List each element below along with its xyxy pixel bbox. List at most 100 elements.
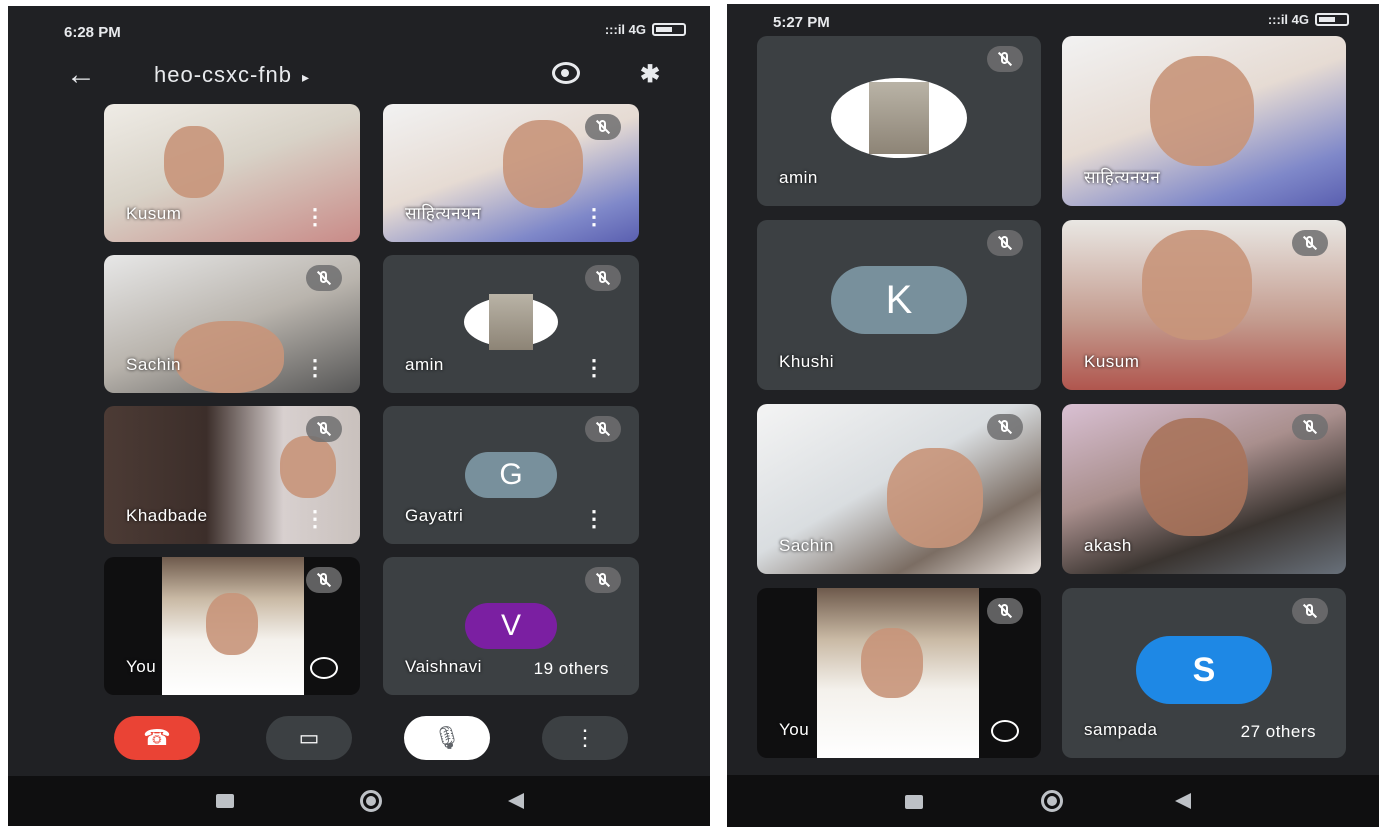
participant-name: Kusum bbox=[1084, 352, 1140, 371]
participant-tile[interactable]: Kusum ⋮ bbox=[104, 104, 360, 242]
network-indicator: :::il 4G bbox=[1267, 12, 1309, 27]
muted-mic-icon bbox=[585, 114, 621, 140]
participant-tile[interactable]: amin bbox=[757, 36, 1041, 206]
more-options-button[interactable]: ⋮ bbox=[542, 716, 628, 760]
status-bar: 6:28 PM :::il 4G bbox=[8, 6, 710, 54]
participant-video bbox=[887, 448, 983, 548]
muted-mic-icon bbox=[585, 265, 621, 291]
bluetooth-audio-icon[interactable]: ✱ bbox=[640, 60, 660, 89]
right-phone-screen: 5:27 PM :::il 4G amin साहित्यनयन K Khush… bbox=[727, 4, 1379, 827]
participant-name: Gayatri bbox=[405, 506, 464, 525]
participant-avatar: K bbox=[831, 266, 967, 334]
participant-name: sampada bbox=[1084, 720, 1158, 739]
participant-name: Kusum bbox=[126, 204, 182, 223]
end-call-button[interactable]: ☎ bbox=[114, 716, 200, 760]
muted-mic-icon bbox=[1292, 598, 1328, 624]
status-icons: :::il 4G bbox=[605, 22, 686, 37]
participant-tile[interactable]: Khadbade ⋮ bbox=[104, 406, 360, 544]
network-indicator: :::il 4G bbox=[604, 22, 646, 37]
participant-name: akash bbox=[1084, 536, 1132, 555]
home-icon[interactable] bbox=[1041, 790, 1063, 812]
status-time: 5:27 PM bbox=[773, 14, 830, 31]
others-count-badge[interactable]: 27 others bbox=[1224, 716, 1332, 748]
battery-icon bbox=[1315, 13, 1349, 26]
muted-mic-icon bbox=[987, 414, 1023, 440]
participant-name: You bbox=[779, 720, 810, 739]
participant-video bbox=[164, 126, 224, 198]
camera-toggle-button[interactable]: ▭ bbox=[266, 716, 352, 760]
participant-tile[interactable]: V Vaishnavi 19 others bbox=[383, 557, 639, 695]
participant-tile[interactable]: साहित्यनयन bbox=[1062, 36, 1346, 206]
participant-tile[interactable]: akash bbox=[1062, 404, 1346, 574]
muted-mic-icon bbox=[306, 416, 342, 442]
expand-caret-icon: ▸ bbox=[301, 69, 310, 85]
android-nav-bar bbox=[727, 775, 1379, 827]
back-icon[interactable] bbox=[508, 793, 524, 809]
participant-name: Khadbade bbox=[126, 506, 208, 525]
participant-avatar: G bbox=[465, 452, 557, 498]
participant-tile[interactable]: K Khushi bbox=[757, 220, 1041, 390]
participant-video bbox=[1140, 418, 1248, 536]
back-icon[interactable] bbox=[1175, 793, 1191, 809]
participant-name: amin bbox=[405, 355, 444, 374]
meeting-code-text: heo-csxc-fnb bbox=[154, 62, 292, 87]
audio-indicator-icon bbox=[310, 657, 338, 679]
home-icon[interactable] bbox=[360, 790, 382, 812]
participant-menu-icon[interactable]: ⋮ bbox=[304, 508, 326, 530]
participant-menu-icon[interactable]: ⋮ bbox=[583, 206, 605, 228]
recents-icon[interactable] bbox=[905, 795, 923, 809]
participant-tile[interactable]: amin ⋮ bbox=[383, 255, 639, 393]
participant-tile[interactable]: S sampada 27 others bbox=[1062, 588, 1346, 758]
participant-tile[interactable]: G Gayatri ⋮ bbox=[383, 406, 639, 544]
participant-tile[interactable]: Sachin ⋮ bbox=[104, 255, 360, 393]
self-video bbox=[817, 588, 979, 758]
call-controls: ☎ ▭ 🎙 ⋮ bbox=[8, 716, 710, 776]
participant-menu-icon[interactable]: ⋮ bbox=[583, 357, 605, 379]
muted-mic-icon bbox=[585, 416, 621, 442]
battery-icon bbox=[652, 23, 686, 36]
muted-mic-icon bbox=[1292, 230, 1328, 256]
audio-indicator-icon bbox=[991, 720, 1019, 742]
participant-name: Sachin bbox=[126, 355, 181, 374]
muted-mic-icon bbox=[1292, 414, 1328, 440]
participant-menu-icon[interactable]: ⋮ bbox=[304, 206, 326, 228]
participant-tile[interactable]: Kusum bbox=[1062, 220, 1346, 390]
participant-menu-icon[interactable]: ⋮ bbox=[583, 508, 605, 530]
muted-mic-icon bbox=[306, 567, 342, 593]
participant-avatar: S bbox=[1136, 636, 1272, 704]
self-view-tile[interactable]: You bbox=[104, 557, 360, 695]
back-arrow-icon[interactable]: ← bbox=[66, 60, 96, 90]
switch-camera-icon[interactable] bbox=[552, 62, 580, 84]
android-nav-bar bbox=[8, 776, 710, 826]
self-view-tile[interactable]: You bbox=[757, 588, 1041, 758]
participant-menu-icon[interactable]: ⋮ bbox=[304, 357, 326, 379]
participant-video bbox=[1150, 56, 1254, 166]
muted-mic-icon bbox=[585, 567, 621, 593]
meeting-header: ← heo-csxc-fnb ▸ ✱ bbox=[8, 56, 710, 100]
status-time: 6:28 PM bbox=[64, 24, 121, 41]
recents-icon[interactable] bbox=[216, 794, 234, 808]
participant-name: साहित्यनयन bbox=[405, 204, 482, 223]
status-icons: :::il 4G bbox=[1268, 12, 1349, 27]
participant-tile[interactable]: साहित्यनयन ⋮ bbox=[383, 104, 639, 242]
muted-mic-icon bbox=[306, 265, 342, 291]
muted-mic-icon bbox=[987, 230, 1023, 256]
participant-name: Khushi bbox=[779, 352, 834, 371]
profile-photo bbox=[464, 294, 558, 350]
participant-video bbox=[503, 120, 583, 208]
participant-video bbox=[280, 436, 336, 498]
participant-tile[interactable]: Sachin bbox=[757, 404, 1041, 574]
participant-name: Vaishnavi bbox=[405, 657, 482, 676]
profile-photo bbox=[831, 78, 967, 158]
muted-mic-icon bbox=[987, 46, 1023, 72]
left-phone-screen: 6:28 PM :::il 4G ← heo-csxc-fnb ▸ ✱ Kusum… bbox=[8, 6, 710, 826]
meeting-code[interactable]: heo-csxc-fnb ▸ bbox=[154, 62, 310, 88]
muted-mic-icon bbox=[987, 598, 1023, 624]
participant-avatar: V bbox=[465, 603, 557, 649]
mic-toggle-button[interactable]: 🎙 bbox=[404, 716, 490, 760]
participant-name: You bbox=[126, 657, 157, 676]
others-count-badge[interactable]: 19 others bbox=[517, 653, 625, 685]
participant-video bbox=[174, 321, 284, 393]
self-video bbox=[162, 557, 304, 695]
participant-name: Sachin bbox=[779, 536, 834, 555]
